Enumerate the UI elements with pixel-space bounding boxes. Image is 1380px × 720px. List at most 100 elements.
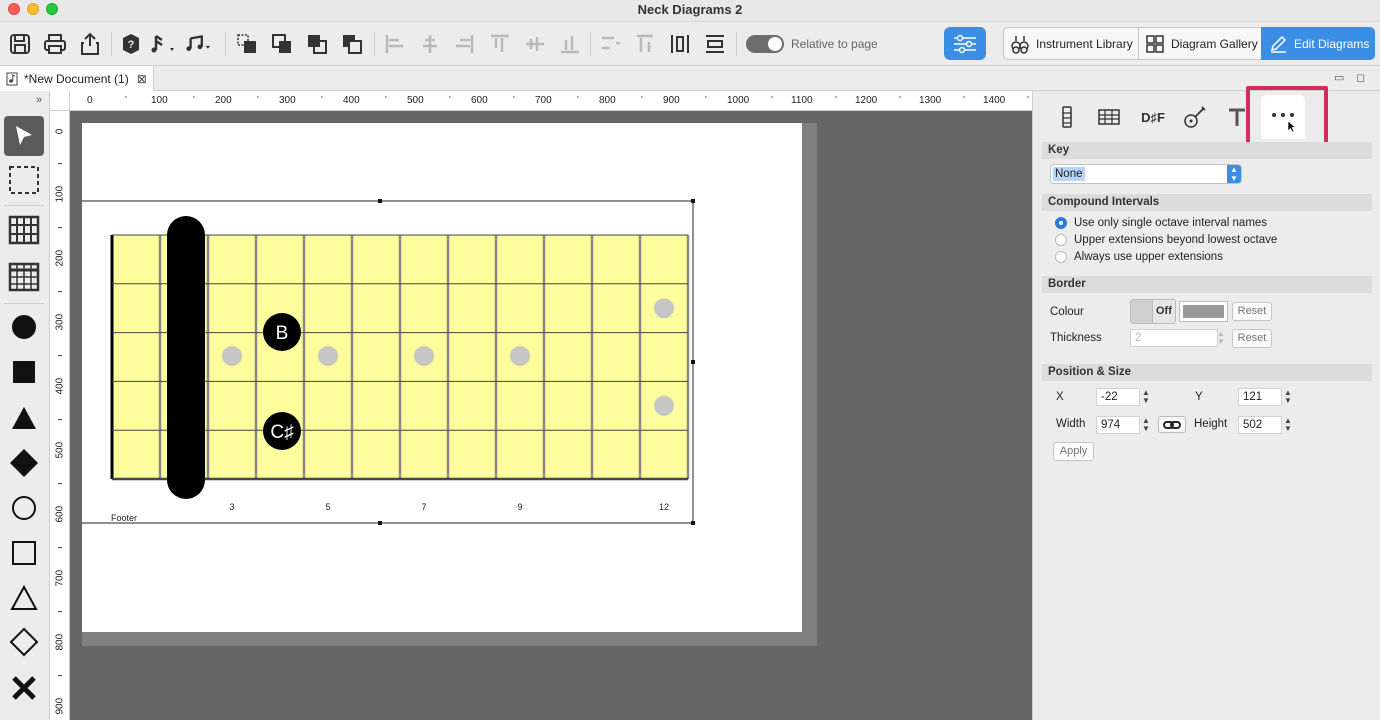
note-menu-icon[interactable] [150,30,178,58]
svg-text:?: ? [128,39,135,51]
width-stepper[interactable]: ▲ ▼ [1141,417,1151,433]
align-bottom-icon[interactable] [556,30,584,58]
tab-grid[interactable] [1089,99,1129,135]
distribute-horizontal-icon[interactable] [596,30,624,58]
selection-handle-bottom [378,521,382,525]
height-field[interactable]: 502 [1238,416,1282,434]
thickness-field[interactable]: 2 [1130,329,1218,347]
close-tab-icon[interactable]: ⊠ [137,72,147,86]
note-marker-b: B [263,313,301,351]
inspector-toggle-button[interactable] [944,27,986,60]
note-marker-c-sharp: C♯ [263,412,301,450]
outline-square-icon [12,541,36,565]
chord-grid-tool[interactable] [4,257,44,297]
select-tool[interactable] [4,116,44,156]
sliders-icon [954,34,976,53]
relative-to-page-toggle[interactable] [746,35,784,53]
document-tab[interactable]: *New Document (1) ⊠ [0,66,154,91]
outline-diamond-tool[interactable] [4,622,44,662]
height-stepper[interactable]: ▲ ▼ [1283,417,1293,433]
align-middle-icon[interactable] [521,30,549,58]
link-dimensions-button[interactable] [1158,416,1186,433]
filled-diamond-tool[interactable] [4,443,44,483]
center-on-page-horizontal-icon[interactable] [666,30,694,58]
bring-forward-icon[interactable] [268,30,296,58]
colour-swatch[interactable] [1179,301,1228,322]
edit-diagrams-label: Edit Diagrams [1294,36,1370,51]
colour-toggle[interactable]: Off [1130,299,1176,324]
thickness-stepper[interactable]: ▲ ▼ [1216,330,1226,346]
center-on-page-vertical-icon[interactable] [701,30,729,58]
tab-instrument[interactable] [1175,99,1215,135]
document-tab-title: *New Document (1) [24,71,129,86]
align-center-icon[interactable] [416,30,444,58]
neck-diagram[interactable]: B C♯ 3 5 7 9 12 Footer [71,123,802,632]
edit-diagrams-button[interactable]: Edit Diagrams [1261,27,1375,60]
ruler-label: 400 [54,377,66,395]
distribute-vertical-icon[interactable] [631,30,659,58]
grid-icon [1098,109,1120,125]
x-mark-tool[interactable] [4,668,44,708]
filled-triangle-tool[interactable] [4,398,44,438]
instrument-library-button[interactable]: Instrument Library [1003,27,1139,60]
expand-palette-icon[interactable]: » [36,94,42,106]
fret-number: 9 [517,502,522,512]
ruler-tick: ' [899,95,901,106]
outline-square-tool[interactable] [4,533,44,573]
radio-always-upper[interactable] [1055,251,1067,263]
y-field[interactable]: 121 [1238,388,1282,406]
ruler-tick [58,355,62,356]
minimize-pane-icon[interactable]: ▭ [1334,71,1344,84]
vertical-ruler[interactable]: 0 100 200 300 400 500 600 700 800 900 [50,111,70,720]
document-page[interactable]: B C♯ 3 5 7 9 12 Footer [71,123,802,632]
x-field[interactable]: -22 [1096,388,1140,406]
radio-upper-extensions-beyond[interactable] [1055,234,1067,246]
save-icon[interactable] [6,30,34,58]
thickness-reset-button[interactable]: Reset [1232,329,1272,348]
maximize-pane-icon[interactable]: ◻ [1356,71,1365,84]
bring-to-front-icon[interactable] [233,30,261,58]
colour-toggle-label: Off [1156,305,1172,317]
tab-strings[interactable] [1047,99,1087,135]
print-icon[interactable] [41,30,69,58]
share-icon[interactable] [76,30,104,58]
diagram-footer: Footer [111,513,137,523]
ruler-tick: ' [385,95,387,106]
width-field[interactable]: 974 [1096,416,1140,434]
send-backward-icon[interactable] [303,30,331,58]
ruler-label: 500 [54,441,66,459]
ruler-tick [58,163,62,164]
canvas-area[interactable]: B C♯ 3 5 7 9 12 Footer [70,111,1032,720]
ruler-label: 1100 [791,95,813,106]
ruler-tick [58,611,62,612]
marquee-tool[interactable] [4,160,44,200]
main-toolbar: ? Relative to page Instrument Library Di… [0,22,1380,66]
diagram-gallery-button[interactable]: Diagram Gallery [1138,27,1262,60]
compound-intervals-header: Compound Intervals [1042,194,1372,211]
send-to-back-icon[interactable] [338,30,366,58]
x-stepper[interactable]: ▲ ▼ [1141,389,1151,405]
filled-square-tool[interactable] [4,352,44,392]
outline-circle-tool[interactable] [4,488,44,528]
ruler-tick [58,483,62,484]
apply-button[interactable]: Apply [1053,442,1094,461]
outline-triangle-tool[interactable] [4,578,44,618]
chevron-updown-icon: ▲ ▼ [1227,165,1241,183]
horizontal-ruler[interactable]: 0 ' 100 ' 200 ' 300 ' 400 ' 500 ' 600 ' 700 ' 800 ' 900 ' 10… [70,91,1032,111]
ruler-label: 800 [599,95,616,106]
align-left-icon[interactable] [381,30,409,58]
ruler-label: 1400 [983,95,1006,106]
music-menu-icon[interactable] [185,30,213,58]
tab-note-names[interactable]: D♯F [1133,99,1173,135]
align-right-icon[interactable] [450,30,478,58]
fretboard-tool[interactable] [4,210,44,250]
app-logo-icon[interactable]: ? [117,30,145,58]
outline-circle-icon [12,496,36,520]
border-colour-reset-button[interactable]: Reset [1232,302,1272,321]
y-stepper[interactable]: ▲ ▼ [1283,389,1293,405]
radio-single-octave[interactable] [1055,217,1067,229]
key-select[interactable]: None ▲ ▼ [1050,164,1242,184]
filled-circle-tool[interactable] [4,307,44,347]
align-top-icon[interactable] [486,30,514,58]
ruler-label: 0 [54,128,66,135]
